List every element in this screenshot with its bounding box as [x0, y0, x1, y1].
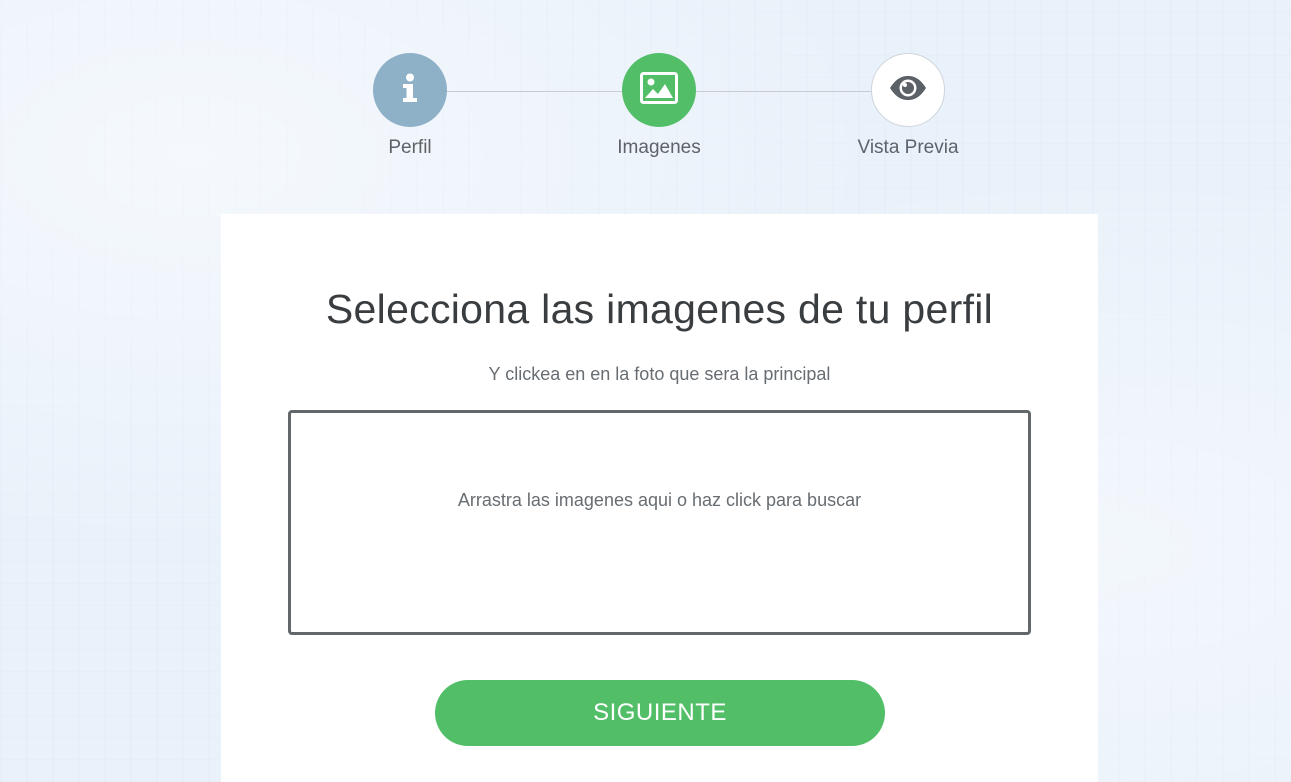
- step-perfil[interactable]: Perfil: [340, 53, 480, 159]
- step-circle-perfil[interactable]: [373, 53, 447, 127]
- next-button[interactable]: SIGUIENTE: [435, 680, 885, 746]
- step-circle-vista-previa[interactable]: [871, 53, 945, 127]
- image-upload-card: Selecciona las imagenes de tu perfil Y c…: [221, 214, 1098, 782]
- progress-stepper: Perfil Imagenes Vista Previa: [0, 0, 1291, 200]
- step-label-perfil: Perfil: [388, 137, 432, 158]
- eye-icon: [889, 75, 927, 106]
- step-imagenes[interactable]: Imagenes: [589, 53, 729, 159]
- page-title: Selecciona las imagenes de tu perfil: [325, 286, 994, 332]
- page-subtitle: Y clickea en en la foto que sera la prin…: [488, 364, 831, 384]
- step-label-vista-previa: Vista Previa: [857, 137, 959, 158]
- image-dropzone[interactable]: Arrastra las imagenes aqui o haz click p…: [288, 410, 1031, 635]
- dropzone-instructions: Arrastra las imagenes aqui o haz click p…: [457, 490, 862, 510]
- step-label-imagenes: Imagenes: [617, 137, 701, 158]
- info-icon: [401, 73, 419, 108]
- step-vista-previa[interactable]: Vista Previa: [838, 53, 978, 159]
- image-icon: [640, 71, 678, 109]
- step-circle-imagenes[interactable]: [622, 53, 696, 127]
